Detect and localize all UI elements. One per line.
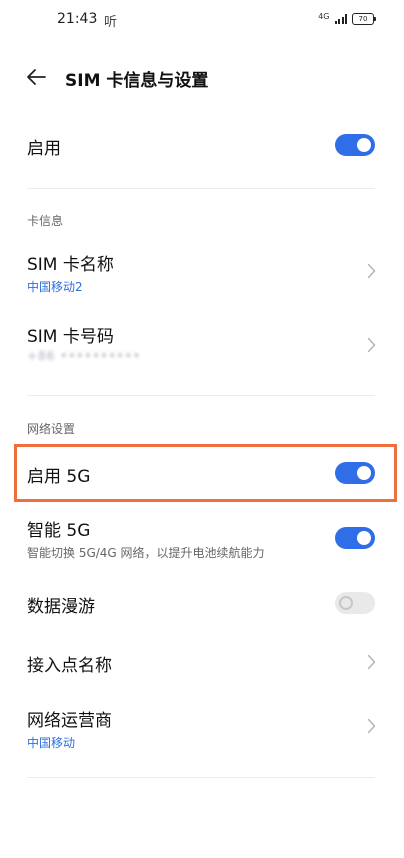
battery-icon: 70 [352, 13, 376, 25]
smart-5g-row[interactable]: 智能 5G 智能切换 5G/4G 网络，以提升电池续航能力 [0, 512, 404, 566]
page-title: SIM 卡信息与设置 [65, 71, 209, 91]
chevron-right-icon [367, 654, 376, 670]
toggle-knob [357, 466, 371, 480]
enable-5g-toggle[interactable] [335, 462, 375, 484]
chevron-right-icon [367, 263, 376, 279]
divider [27, 188, 375, 189]
status-bar: 21:43 听 4G 70 [0, 0, 404, 40]
notification-icon: 听 [104, 15, 118, 30]
carrier-value: 中国移动 [27, 736, 76, 750]
enable-5g-label: 启用 5G [27, 467, 91, 487]
sim-number-value: +86 •••••••••• [27, 349, 141, 363]
data-roaming-row[interactable]: 数据漫游 [0, 580, 404, 626]
carrier-label: 网络运营商 [27, 711, 112, 731]
toggle-knob [357, 531, 371, 545]
status-time: 21:43 [57, 11, 98, 27]
chevron-right-icon [367, 718, 376, 734]
carrier-row[interactable]: 网络运营商 中国移动 [0, 702, 404, 756]
sim-number-row[interactable]: SIM 卡号码 +86 •••••••••• [0, 318, 404, 372]
enable-sim-toggle[interactable] [335, 134, 375, 156]
smart-5g-description: 智能切换 5G/4G 网络，以提升电池续航能力 [27, 546, 265, 560]
signal-strength-icon [334, 14, 347, 24]
sim-name-value: 中国移动2 [27, 280, 83, 294]
back-arrow-icon[interactable] [25, 67, 47, 87]
enable-sim-label: 启用 [27, 139, 61, 159]
data-roaming-toggle[interactable] [335, 592, 375, 614]
page-header: SIM 卡信息与设置 [0, 55, 404, 99]
status-indicators: 4G 70 [318, 11, 376, 25]
smart-5g-toggle[interactable] [335, 527, 375, 549]
enable-5g-row[interactable]: 启用 5G [0, 450, 404, 496]
divider [27, 395, 375, 396]
enable-sim-row[interactable]: 启用 [0, 122, 404, 168]
section-header-card-info: 卡信息 [27, 214, 64, 228]
sim-name-row[interactable]: SIM 卡名称 中国移动2 [0, 246, 404, 300]
network-type-label: 4G [318, 11, 330, 21]
sim-number-label: SIM 卡号码 [27, 327, 114, 347]
section-header-network-settings: 网络设置 [27, 422, 76, 436]
toggle-knob [339, 596, 353, 610]
smart-5g-label: 智能 5G [27, 521, 91, 541]
divider [27, 777, 375, 778]
toggle-knob [357, 138, 371, 152]
data-roaming-label: 数据漫游 [27, 597, 95, 617]
chevron-right-icon [367, 337, 376, 353]
apn-row[interactable]: 接入点名称 [0, 640, 404, 686]
apn-label: 接入点名称 [27, 656, 112, 676]
sim-name-label: SIM 卡名称 [27, 255, 114, 275]
